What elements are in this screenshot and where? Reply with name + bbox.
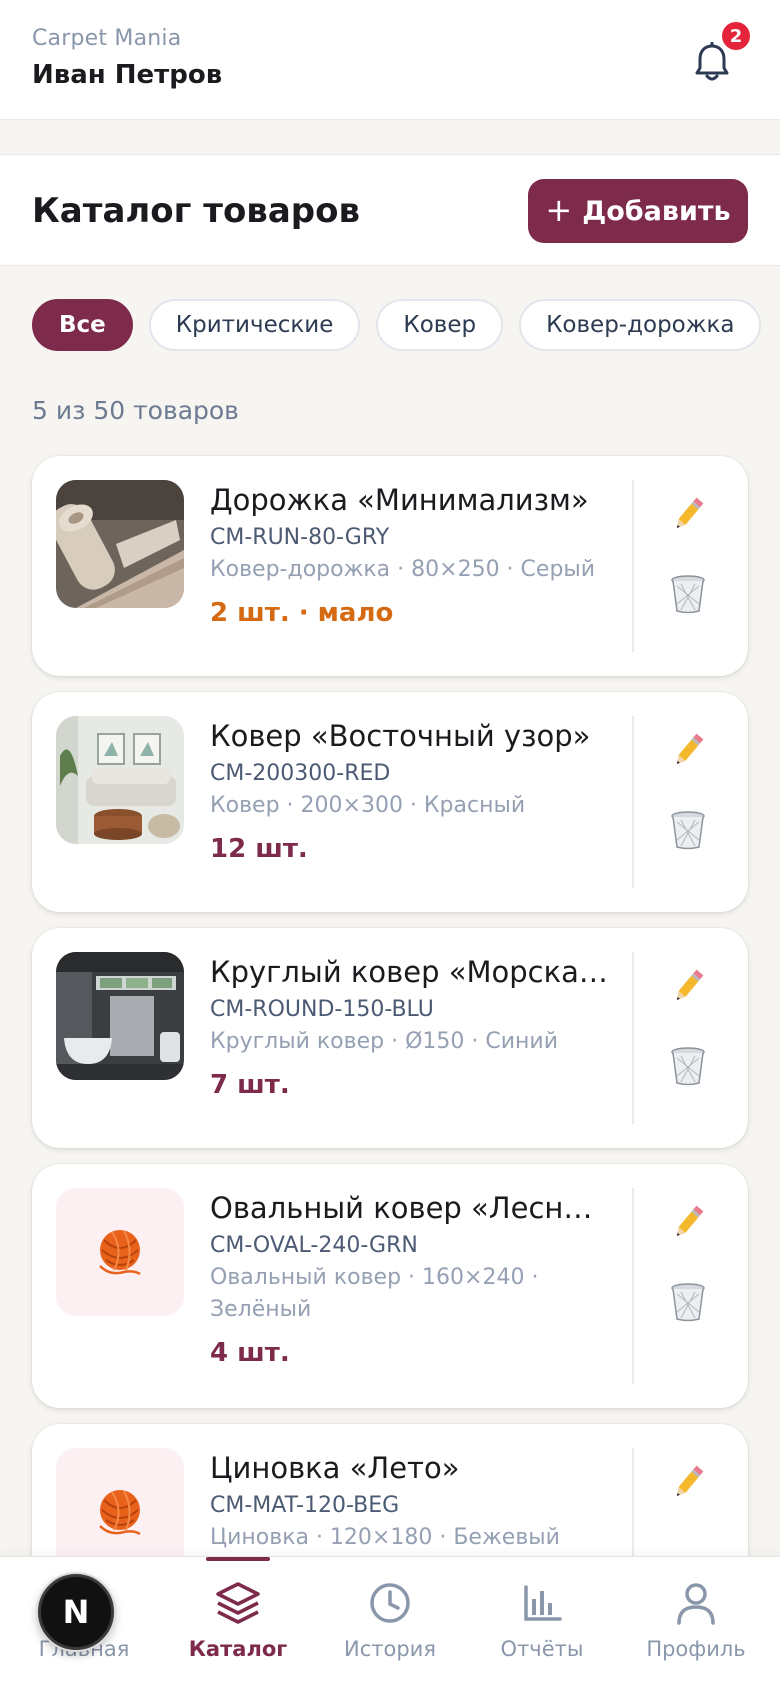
delete-button[interactable] [660,802,716,858]
product-sku: CM-RUN-80-GRY [210,525,390,550]
trash-icon [671,575,705,614]
notifications-badge: 2 [720,20,752,52]
product-meta: Круглый ковер · Ø150 · Синий [210,1029,559,1054]
yarn-ball-icon [99,1230,141,1276]
filter-chip-critical[interactable]: Критические [148,299,361,351]
product-meta: Циновка · 120×180 · Бежевый [210,1525,560,1550]
product-image-placeholder [56,1188,184,1316]
product-info: Овальный ковер «Лесная поляна» CM-OVAL-2… [210,1188,610,1372]
edit-button[interactable] [660,722,716,778]
product-name: Овальный ковер «Лесная поляна» [210,1191,610,1225]
edit-button[interactable] [660,958,716,1014]
product-name: Круглый ковер «Морская волна» [210,955,610,989]
product-image-bathroom [56,952,184,1080]
product-info: Дорожка «Минимализм» CM-RUN-80-GRY Ковер… [210,480,610,632]
product-info: Круглый ковер «Морская волна» CM-ROUND-1… [210,952,610,1104]
delete-button[interactable] [660,1038,716,1094]
filter-chips: Все Критические Ковер Ковер-дорожка [32,299,762,351]
product-card[interactable]: Круглый ковер «Морская волна» CM-ROUND-1… [32,928,748,1148]
pencil-icon [676,733,704,765]
product-info: Ковер «Восточный узор» CM-200300-RED Ков… [210,716,610,868]
nav-profile[interactable]: Профиль [618,1557,774,1688]
user-name: Иван Петров [32,60,223,90]
dev-tools-button[interactable]: N [38,1574,114,1650]
filter-chip-runner[interactable]: Ковер-дорожка [519,299,762,351]
trash-icon [671,1283,705,1322]
pencil-icon [676,497,704,529]
yarn-ball-icon [99,1490,141,1536]
nav-profile-label: Профиль [646,1637,746,1661]
product-sku: CM-ROUND-150-BLU [210,997,434,1022]
nav-reports[interactable]: Отчёты [464,1557,620,1688]
product-stock: 7 шт. [210,1070,290,1100]
edit-button[interactable] [660,486,716,542]
product-card[interactable]: Овальный ковер «Лесная поляна» CM-OVAL-2… [32,1164,748,1408]
add-button-label: Добавить [582,195,731,227]
bar-chart-icon [522,1579,562,1627]
product-image-runner [56,480,184,608]
product-meta: Ковер · 200×300 · Красный [210,793,526,818]
product-sku: CM-200300-RED [210,761,391,786]
product-name: Циновка «Лето» [210,1451,460,1485]
product-info: Циновка «Лето» CM-MAT-120-BEG Циновка · … [210,1448,610,1554]
user-icon [675,1579,717,1627]
add-product-button[interactable]: + Добавить [528,179,748,243]
plus-icon: + [545,190,573,229]
trash-icon [671,1047,705,1086]
product-stock: 12 шт. [210,834,308,864]
actions-divider [632,952,634,1124]
product-stock: 4 шт. [210,1338,290,1368]
nav-catalog-label: Каталог [188,1637,288,1661]
actions-divider [632,1188,634,1384]
brand-name: Carpet Mania [32,26,182,51]
pencil-icon [676,969,704,1001]
delete-button[interactable] [660,566,716,622]
clock-icon [368,1579,412,1627]
product-card[interactable]: Ковер «Восточный узор» CM-200300-RED Ков… [32,692,748,912]
app-header: Carpet Mania Иван Петров 2 [0,0,780,120]
nav-history[interactable]: История [312,1557,468,1688]
catalog-title-bar: Каталог товаров + Добавить [0,154,780,266]
edit-button[interactable] [660,1194,716,1250]
product-name: Ковер «Восточный узор» [210,719,591,753]
actions-divider [632,480,634,652]
edit-button[interactable] [660,1454,716,1510]
trash-icon [671,811,705,850]
nav-catalog[interactable]: Каталог [160,1557,316,1688]
nav-reports-label: Отчёты [500,1637,584,1661]
product-sku: CM-OVAL-240-GRN [210,1233,418,1258]
filter-chip-carpet[interactable]: Ковер [376,299,504,351]
product-image-living-room [56,716,184,844]
filter-chip-all[interactable]: Все [32,299,133,351]
layers-icon [214,1579,262,1627]
actions-divider [632,716,634,888]
product-card[interactable]: Дорожка «Минимализм» CM-RUN-80-GRY Ковер… [32,456,748,676]
product-sku: CM-MAT-120-BEG [210,1493,400,1518]
nav-history-label: История [344,1637,436,1661]
bottom-navigation: Главная Каталог История [0,1556,780,1688]
pencil-icon [676,1205,704,1237]
results-count: 5 из 50 товаров [32,396,239,425]
product-meta: Овальный ковер · 160×240 · Зелёный [210,1265,539,1322]
delete-button[interactable] [660,1274,716,1330]
pencil-icon [676,1465,704,1497]
page-title: Каталог товаров [32,191,360,231]
notifications-button[interactable]: 2 [684,20,752,90]
product-name: Дорожка «Минимализм» [210,483,589,517]
product-meta: Ковер-дорожка · 80×250 · Серый [210,557,596,582]
product-stock: 2 шт. · мало [210,598,394,628]
